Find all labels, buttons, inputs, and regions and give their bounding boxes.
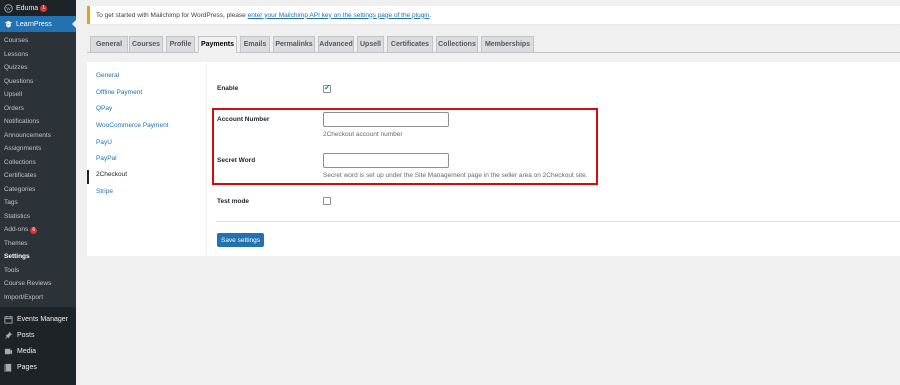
sidebar-item-label: Events Manager bbox=[17, 315, 68, 323]
subnav-stripe[interactable]: Stripe bbox=[96, 188, 113, 195]
sidebar-item-lessons[interactable]: Lessons bbox=[0, 48, 76, 62]
sidebar-item-certificates[interactable]: Certificates bbox=[0, 169, 76, 183]
sidebar-item-categories[interactable]: Categories bbox=[0, 183, 76, 197]
sidebar-item-course-reviews[interactable]: Course Reviews bbox=[0, 277, 76, 291]
enable-label: Enable bbox=[217, 85, 239, 92]
sidebar-item-tags[interactable]: Tags bbox=[0, 196, 76, 210]
notice-settings-link[interactable]: enter your Mailchimp API key on the sett… bbox=[248, 12, 430, 19]
sidebar-item-label: Themes bbox=[4, 239, 28, 247]
tab-courses[interactable]: Courses bbox=[129, 36, 163, 53]
settings-tabs: General Courses Profile Payments Emails Perma… bbox=[87, 36, 900, 53]
sidebar-item-label: Assignments bbox=[4, 145, 42, 152]
payment-methods-nav: General Offline Payment QPay WooCommerce Pa… bbox=[87, 62, 207, 256]
sidebar-item-tools[interactable]: Tools bbox=[0, 264, 76, 278]
subnav-current-marker bbox=[87, 170, 89, 184]
sidebar-item-events-manager[interactable]: Events Manager bbox=[0, 311, 76, 327]
tab-profile[interactable]: Profile bbox=[166, 36, 195, 53]
tab-certificates[interactable]: Certificates bbox=[387, 36, 433, 53]
highlight-box bbox=[212, 108, 598, 185]
sidebar-item-label: Media bbox=[17, 347, 37, 355]
sidebar-item-label: Pages bbox=[17, 363, 37, 371]
sidebar-item-label: Collections bbox=[4, 158, 36, 166]
subnav-2checkout[interactable]: 2Checkout bbox=[96, 171, 127, 178]
tab-permalinks[interactable]: Permalinks bbox=[273, 36, 315, 53]
tab-emails[interactable]: Emails bbox=[240, 36, 270, 53]
sidebar-item-settings[interactable]: Settings bbox=[0, 250, 76, 264]
sidebar-item-label: Import/Export bbox=[4, 293, 44, 301]
sidebar-item-label: Courses bbox=[4, 37, 29, 44]
sidebar-item-pages[interactable]: Pages bbox=[0, 359, 76, 375]
tab-upsell[interactable]: Upsell bbox=[357, 36, 384, 53]
learnpress-icon bbox=[4, 20, 13, 29]
sidebar-item-label: Settings bbox=[4, 253, 30, 260]
sidebar-item-label: Tools bbox=[4, 266, 20, 274]
wordpress-icon: W bbox=[4, 3, 13, 13]
tab-advanced[interactable]: Advanced bbox=[318, 36, 354, 53]
sidebar-item-quizzes[interactable]: Quizzes bbox=[0, 61, 76, 75]
sidebar-item-label: Questions bbox=[4, 77, 34, 85]
sidebar-item-statistics[interactable]: Statistics bbox=[0, 210, 76, 224]
learnpress-menu-item[interactable]: LearnPress bbox=[0, 16, 76, 32]
admin-main-menu: Events Manager Posts Media Pages bbox=[0, 307, 76, 375]
sidebar-item-label: Orders bbox=[4, 104, 24, 112]
sidebar-item-label: Lessons bbox=[4, 50, 29, 58]
mailchimp-notice: To get started with Mailchimp for WordPr… bbox=[87, 6, 900, 24]
sidebar-item-media[interactable]: Media bbox=[0, 343, 76, 359]
sidebar-item-label: Tags bbox=[4, 199, 18, 206]
test-mode-checkbox[interactable] bbox=[323, 197, 331, 205]
subnav-woocommerce-payment[interactable]: WooCommerce Payment bbox=[96, 122, 169, 129]
subnav-offline-payment[interactable]: Offline Payment bbox=[96, 89, 142, 96]
calendar-icon bbox=[4, 315, 13, 324]
save-settings-button[interactable]: Save settings bbox=[217, 233, 264, 247]
page-icon bbox=[4, 363, 13, 372]
sidebar-item-orders[interactable]: Orders bbox=[0, 102, 76, 116]
site-menu-item[interactable]: W Eduma 1 bbox=[0, 0, 76, 16]
subnav-general[interactable]: General bbox=[96, 72, 119, 79]
enable-checkbox[interactable] bbox=[323, 83, 331, 93]
subnav-paypal[interactable]: PayPal bbox=[96, 155, 117, 162]
learnpress-label: LearnPress bbox=[16, 20, 52, 28]
sidebar-item-import-export[interactable]: Import/Export bbox=[0, 291, 76, 305]
media-icon bbox=[4, 347, 13, 356]
sidebar-item-label: Certificates bbox=[4, 172, 37, 179]
subnav-qpay[interactable]: QPay bbox=[96, 105, 112, 112]
sidebar-item-label: Notifications bbox=[4, 118, 40, 125]
addons-count-badge: 6 bbox=[30, 227, 38, 234]
subnav-payu[interactable]: PayU bbox=[96, 139, 112, 146]
sidebar-item-label: Categories bbox=[4, 185, 36, 193]
sidebar-item-notifications[interactable]: Notifications bbox=[0, 115, 76, 129]
tab-memberships[interactable]: Memberships bbox=[481, 36, 534, 53]
sidebar-item-label: Announcements bbox=[4, 131, 51, 139]
sidebar-item-label: Course Reviews bbox=[4, 280, 52, 287]
site-name: Eduma bbox=[16, 4, 39, 12]
sidebar-item-add-ons[interactable]: Add-ons 6 bbox=[0, 223, 76, 237]
sidebar-item-label: Add-ons bbox=[4, 226, 29, 233]
sidebar-item-questions[interactable]: Questions bbox=[0, 75, 76, 89]
form-divider bbox=[216, 221, 900, 222]
tab-payments[interactable]: Payments bbox=[198, 36, 237, 53]
sidebar-item-label: Statistics bbox=[4, 212, 31, 220]
svg-text:W: W bbox=[6, 7, 11, 12]
sidebar-item-upsell[interactable]: Upsell bbox=[0, 88, 76, 102]
admin-sidebar: W Eduma 1 LearnPress Courses Lessons Quizz… bbox=[0, 0, 76, 385]
settings-panel: General Offline Payment QPay WooCommerce Pa… bbox=[87, 62, 900, 256]
pin-icon bbox=[4, 331, 13, 340]
sidebar-item-label: Quizzes bbox=[4, 64, 28, 71]
sidebar-item-label: Upsell bbox=[4, 91, 23, 98]
test-mode-label: Test mode bbox=[217, 198, 250, 205]
site-update-badge: 1 bbox=[40, 4, 48, 12]
sidebar-item-themes[interactable]: Themes bbox=[0, 237, 76, 251]
tab-collections[interactable]: Collections bbox=[436, 36, 478, 53]
sidebar-item-label: Posts bbox=[17, 331, 35, 339]
notice-text: To get started with Mailchimp for WordPr… bbox=[96, 11, 246, 19]
sidebar-item-assignments[interactable]: Assignments bbox=[0, 142, 76, 156]
sidebar-item-courses[interactable]: Courses bbox=[0, 34, 76, 48]
sidebar-item-collections[interactable]: Collections bbox=[0, 156, 76, 170]
tab-general[interactable]: General bbox=[90, 36, 128, 53]
sidebar-item-announcements[interactable]: Announcements bbox=[0, 129, 76, 143]
sidebar-item-posts[interactable]: Posts bbox=[0, 327, 76, 343]
learnpress-submenu: Courses Lessons Quizzes Questions Upsell Orde… bbox=[0, 32, 76, 307]
notice-suffix: . bbox=[429, 11, 432, 19]
